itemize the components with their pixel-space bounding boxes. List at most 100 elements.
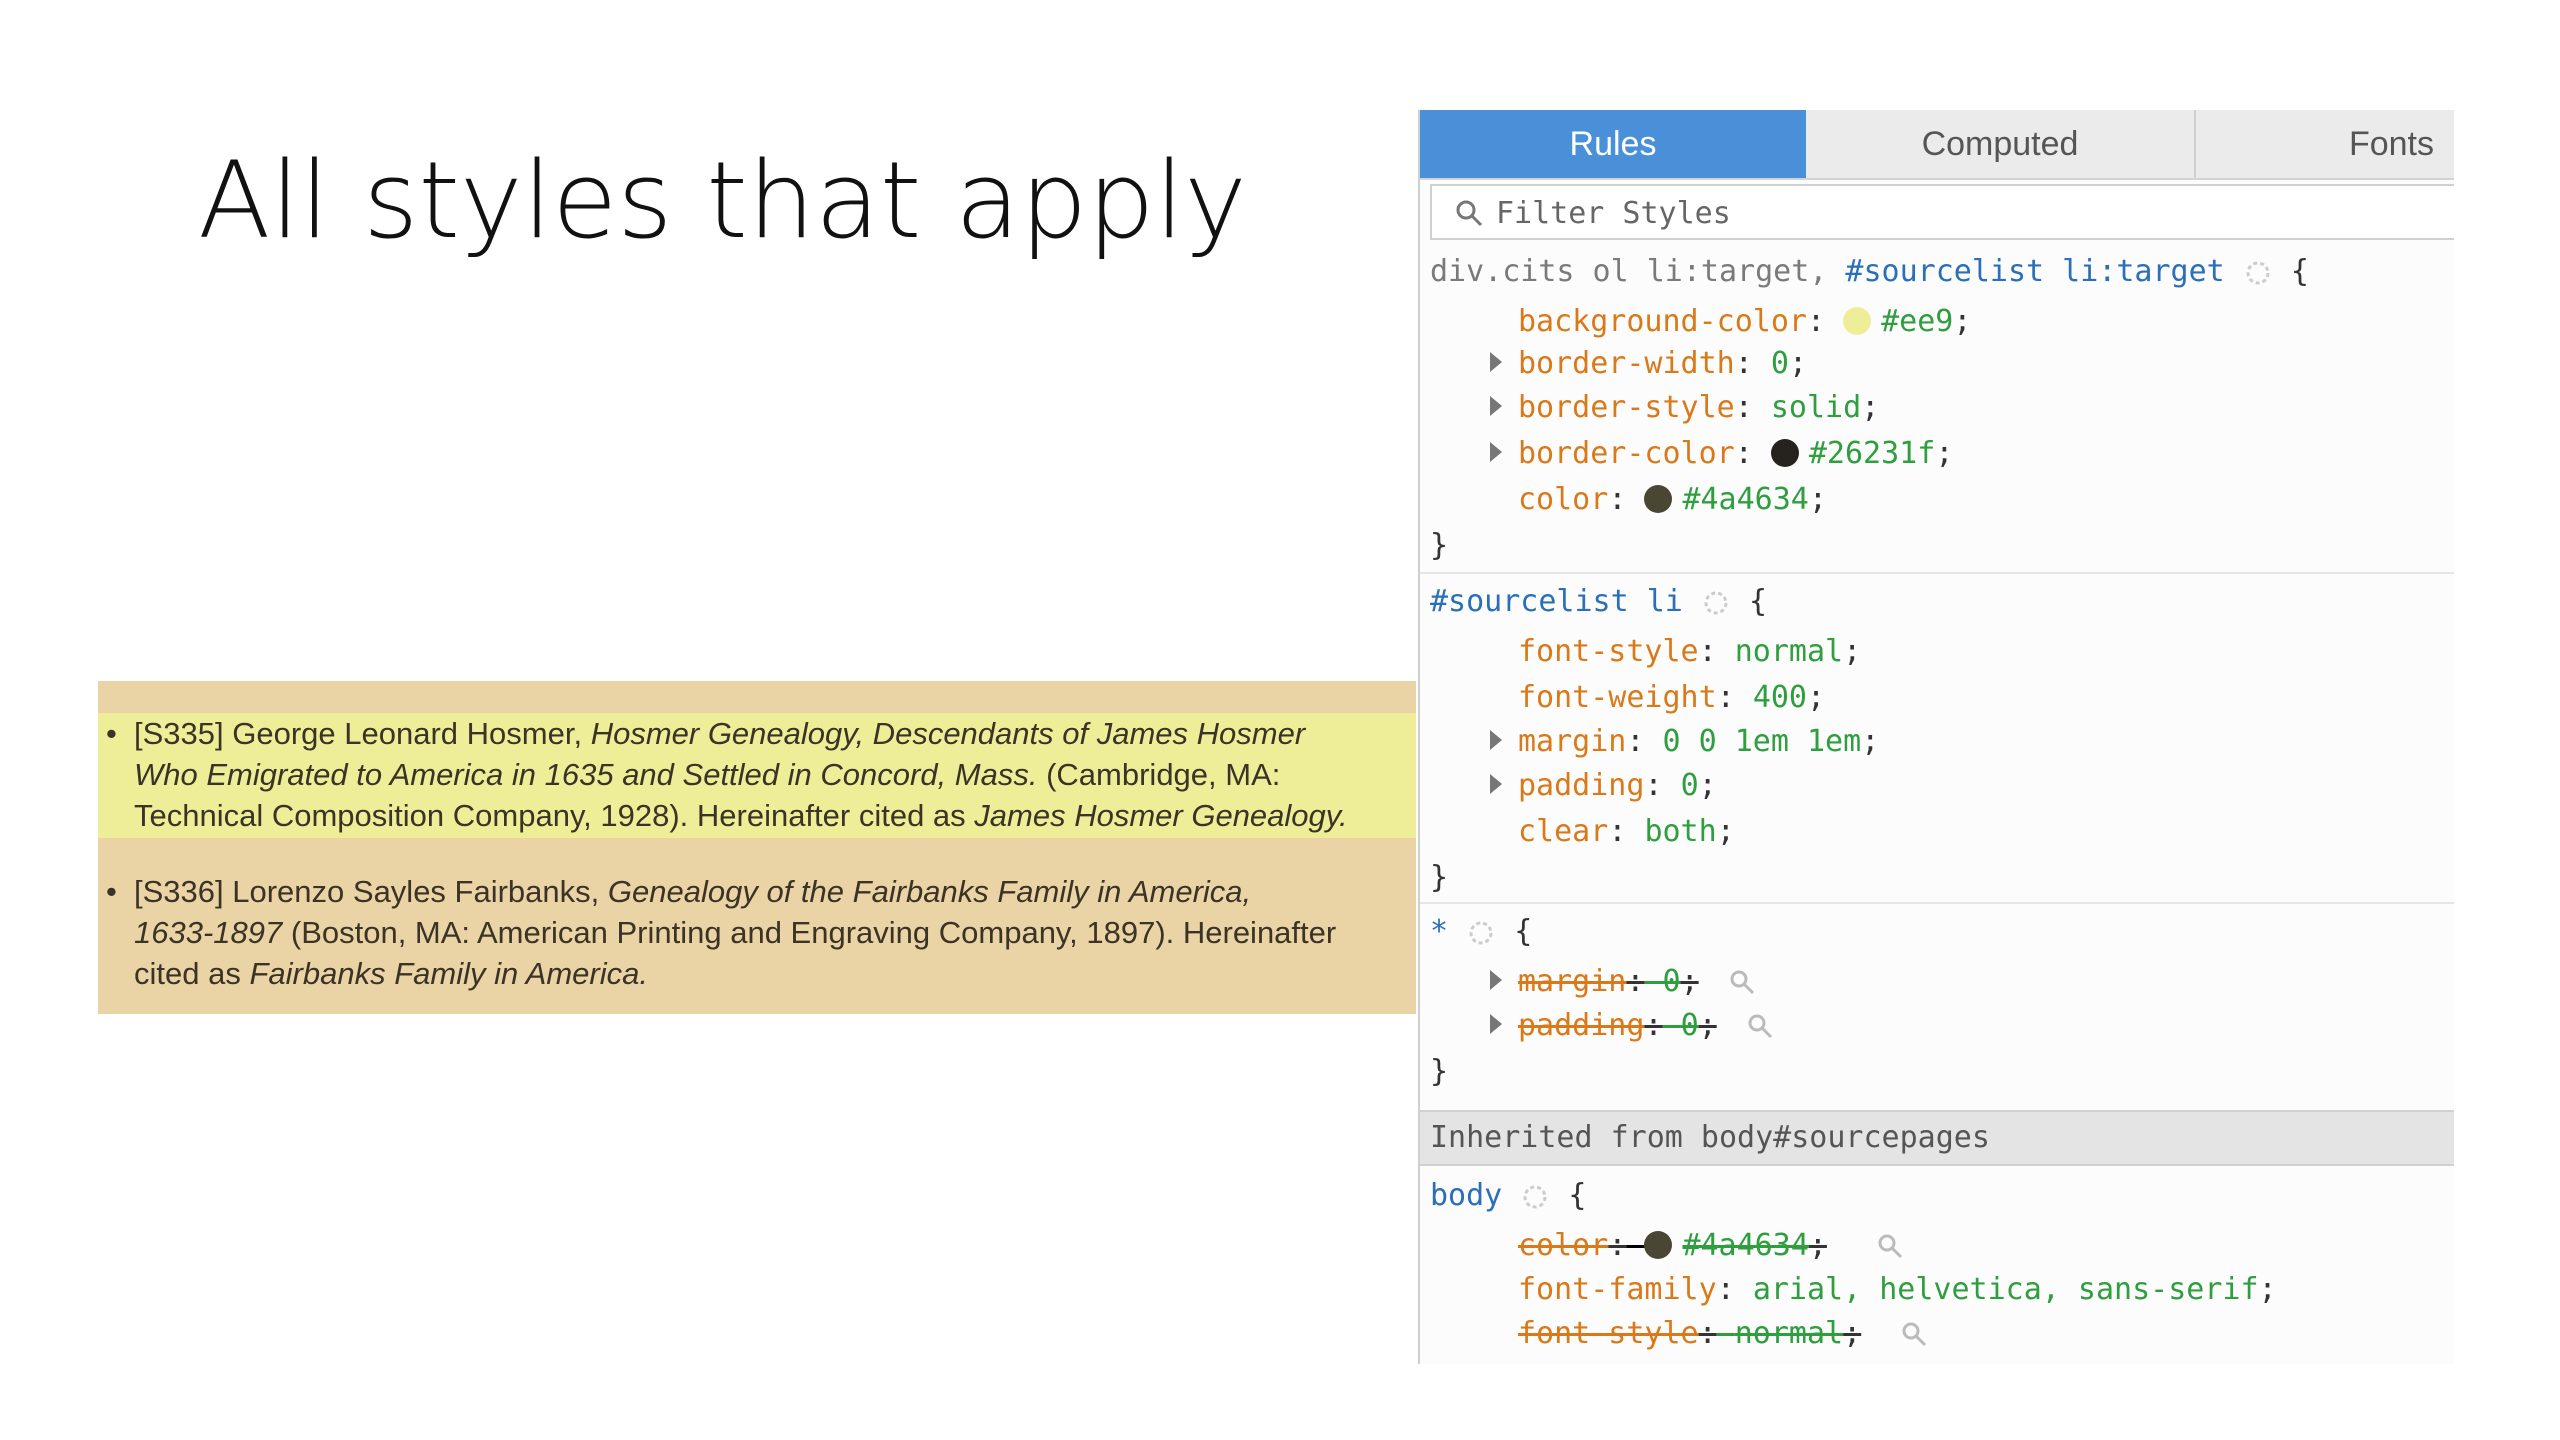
colon: : bbox=[1734, 346, 1753, 381]
filter-styles-box[interactable] bbox=[1430, 184, 2454, 240]
search-icon[interactable] bbox=[1876, 1232, 1904, 1260]
colon: : bbox=[1608, 1228, 1627, 1263]
devtools-rules-panel: Rules Computed Fonts div.cits ol li:targ… bbox=[1418, 110, 2454, 1364]
semicolon: ; bbox=[1698, 768, 1717, 803]
rule-selector[interactable]: body { bbox=[1430, 1174, 1586, 1218]
declaration-row-overridden[interactable]: color: #4a4634; bbox=[1518, 1224, 1827, 1268]
citation-item[interactable]: • [S336] Lorenzo Sayles Fairbanks, Genea… bbox=[98, 871, 1416, 994]
search-icon bbox=[1456, 200, 1483, 227]
prop-value: #4a4634 bbox=[1682, 1228, 1809, 1263]
prop-value: 0 bbox=[1662, 964, 1681, 999]
citation-title-cont: 1633-1897 bbox=[134, 915, 283, 950]
prop-value: 0 0 1em 1em bbox=[1662, 724, 1862, 759]
citation-title: Hosmer Genealogy, Descendants of James H… bbox=[590, 716, 1306, 751]
citation-pub: (Boston, MA: American Printing and Engra… bbox=[290, 915, 1337, 950]
citation-short-title: James Hosmer Genealogy. bbox=[974, 798, 1348, 833]
color-swatch[interactable] bbox=[1843, 306, 1872, 335]
prop-value: 0 bbox=[1680, 1008, 1699, 1043]
citation-item-target[interactable]: • [S335] George Leonard Hosmer, Hosmer G… bbox=[98, 713, 1416, 838]
selector-text: div.cits ol li:target, bbox=[1430, 254, 1828, 289]
tab-fonts[interactable]: Fonts bbox=[2196, 110, 2454, 178]
semicolon: ; bbox=[1807, 680, 1826, 715]
gear-icon[interactable] bbox=[1520, 1182, 1550, 1212]
declaration-row-overridden[interactable]: font-style: normal; bbox=[1518, 1312, 1861, 1356]
rule-selector[interactable]: div.cits ol li:target, #sourcelist li:ta… bbox=[1430, 250, 2309, 294]
semicolon: ; bbox=[1935, 436, 1954, 471]
prop-value: normal bbox=[1734, 1316, 1844, 1351]
tab-computed[interactable]: Computed bbox=[1806, 110, 2196, 178]
expand-triangle-icon[interactable] bbox=[1490, 1014, 1502, 1034]
open-brace: { bbox=[2290, 254, 2309, 289]
declaration-row-overridden[interactable]: margin: 0; bbox=[1518, 960, 1699, 1004]
color-swatch[interactable] bbox=[1644, 484, 1673, 513]
prop-value: both bbox=[1644, 814, 1717, 849]
search-icon[interactable] bbox=[1900, 1320, 1928, 1348]
prop-name: color bbox=[1518, 482, 1609, 517]
declaration-row[interactable]: border-width: 0; bbox=[1518, 342, 1807, 386]
declaration-row[interactable]: margin: 0 0 1em 1em; bbox=[1518, 720, 1879, 764]
expand-triangle-icon[interactable] bbox=[1490, 774, 1502, 794]
colon: : bbox=[1806, 304, 1826, 339]
prop-name: background-color bbox=[1518, 304, 1807, 339]
prop-name: padding bbox=[1518, 768, 1645, 803]
declaration-row[interactable]: font-style: normal; bbox=[1518, 630, 1861, 674]
prop-name: border-color bbox=[1518, 436, 1735, 471]
color-swatch[interactable] bbox=[1770, 438, 1799, 467]
brace-text: } bbox=[1430, 1054, 1449, 1089]
colon: : bbox=[1626, 724, 1645, 759]
expand-triangle-icon[interactable] bbox=[1490, 442, 1502, 462]
prop-name: padding bbox=[1518, 1008, 1645, 1043]
rule-selector[interactable]: * { bbox=[1430, 910, 1532, 954]
declaration-row-overridden[interactable]: padding: 0; bbox=[1518, 1004, 1717, 1048]
slide-title: All styles that apply bbox=[198, 139, 1247, 262]
close-brace: } bbox=[1430, 1050, 1448, 1094]
open-brace: { bbox=[1749, 584, 1768, 619]
prop-value: normal bbox=[1734, 634, 1844, 669]
expand-triangle-icon[interactable] bbox=[1490, 352, 1502, 372]
prop-name: border-width bbox=[1518, 346, 1735, 381]
declaration-row[interactable]: color: #4a4634; bbox=[1518, 478, 1827, 522]
prop-value: 0 bbox=[1770, 346, 1789, 381]
declaration-row[interactable]: clear: both; bbox=[1518, 810, 1735, 854]
colon: : bbox=[1698, 634, 1717, 669]
color-swatch[interactable] bbox=[1644, 1230, 1673, 1259]
search-icon[interactable] bbox=[1728, 968, 1756, 996]
declaration-row[interactable]: background-color: #ee9; bbox=[1518, 300, 1971, 344]
colon: : bbox=[1644, 1008, 1663, 1043]
gear-icon[interactable] bbox=[2243, 258, 2273, 288]
expand-triangle-icon[interactable] bbox=[1490, 730, 1502, 750]
expand-triangle-icon[interactable] bbox=[1490, 970, 1502, 990]
declaration-row[interactable]: font-family: arial, helvetica, sans-seri… bbox=[1518, 1268, 2277, 1312]
citation-line: 1633-1897 (Boston, MA: American Printing… bbox=[134, 912, 1416, 953]
expand-triangle-icon[interactable] bbox=[1490, 396, 1502, 416]
prop-value: arial, helvetica, sans-serif bbox=[1752, 1272, 2259, 1307]
inherited-section-header: Inherited from body#sourcepages bbox=[1420, 1110, 2454, 1166]
semicolon: ; bbox=[1808, 1228, 1827, 1263]
rule-selector[interactable]: #sourcelist li { bbox=[1430, 580, 1767, 624]
prop-value: 400 bbox=[1752, 680, 1807, 715]
declaration-row[interactable]: border-style: solid; bbox=[1518, 386, 1879, 430]
citation-line: [S336] Lorenzo Sayles Fairbanks, Genealo… bbox=[134, 871, 1416, 912]
bullet: • bbox=[106, 874, 117, 909]
selector-matched: #sourcelist li:target bbox=[1845, 254, 2225, 289]
colon: : bbox=[1608, 482, 1627, 517]
tab-rules[interactable]: Rules bbox=[1420, 110, 1806, 178]
rule-separator bbox=[1420, 572, 2454, 574]
prop-value: #4a4634 bbox=[1682, 482, 1809, 517]
colon: : bbox=[1644, 768, 1663, 803]
citation-pub-cont: Technical Composition Company, 1928). He… bbox=[134, 798, 966, 833]
filter-styles-input[interactable] bbox=[1494, 192, 2398, 234]
declaration-row[interactable]: padding: 0; bbox=[1518, 764, 1717, 808]
semicolon: ; bbox=[1808, 482, 1827, 517]
gear-icon[interactable] bbox=[1466, 918, 1496, 948]
selector-matched: * bbox=[1430, 914, 1449, 949]
citation-line: Who Emigrated to America in 1635 and Set… bbox=[134, 754, 1416, 795]
semicolon: ; bbox=[1861, 390, 1880, 425]
prop-value: #26231f bbox=[1808, 436, 1936, 471]
gear-icon[interactable] bbox=[1701, 588, 1731, 618]
citation-line: cited as Fairbanks Family in America. bbox=[134, 953, 1416, 994]
declaration-row[interactable]: font-weight: 400; bbox=[1518, 676, 1825, 720]
search-icon[interactable] bbox=[1746, 1012, 1774, 1040]
colon: : bbox=[1608, 814, 1627, 849]
declaration-row[interactable]: border-color: #26231f; bbox=[1518, 432, 1953, 476]
